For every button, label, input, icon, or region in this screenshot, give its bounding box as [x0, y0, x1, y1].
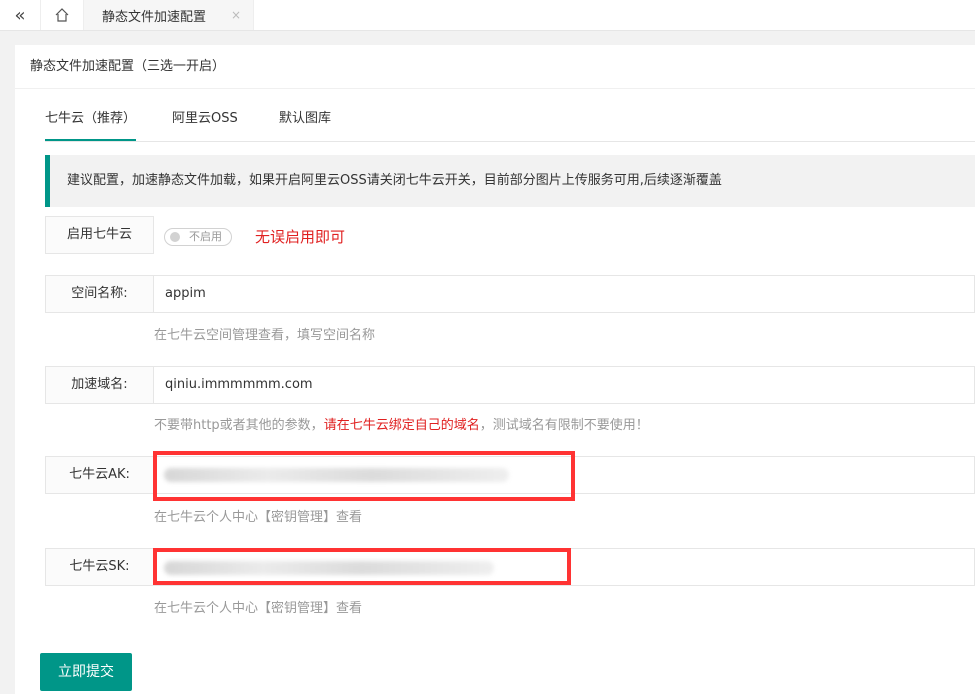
submit-button[interactable]: 立即提交 [40, 653, 132, 691]
page-tab-label: 静态文件加速配置 [102, 9, 207, 25]
bucket-input[interactable]: appim [153, 275, 975, 313]
home-icon-svg [55, 8, 69, 22]
enable-row: 启用七牛云 不启用 无误启用即可 [45, 216, 975, 254]
provider-tabs: 七牛云（推荐） 阿里云OSS 默认图库 [45, 99, 975, 142]
top-tab-bar: « 静态文件加速配置 × [0, 0, 975, 31]
card-title: 静态文件加速配置（三选一开启） [15, 45, 975, 89]
ak-label: 七牛云AK: [45, 456, 154, 494]
highlight-box-ak [153, 451, 575, 501]
double-chevron-left-icon[interactable]: « [0, 0, 41, 30]
enable-switch[interactable]: 不启用 [164, 228, 232, 246]
page-tab[interactable]: 静态文件加速配置 × [84, 0, 254, 30]
tab-aliyun-oss[interactable]: 阿里云OSS [172, 99, 238, 140]
domain-help: 不要带http或者其他的参数，请在七牛云绑定自己的域名，测试域名有限制不要使用！ [154, 414, 649, 433]
domain-label: 加速域名: [45, 366, 154, 404]
enable-tip: 无误启用即可 [255, 228, 346, 246]
switch-text: 不启用 [189, 230, 222, 243]
tab-qiniu[interactable]: 七牛云（推荐） [45, 99, 137, 141]
bucket-row: 空间名称: appim [45, 275, 975, 313]
domain-help-warning: 请在七牛云绑定自己的域名 [323, 418, 480, 433]
ak-help: 在七牛云个人中心【密钥管理】查看 [154, 510, 363, 525]
bucket-label: 空间名称: [45, 275, 154, 313]
domain-input[interactable]: qiniu.immmmmm.com [153, 366, 975, 404]
home-icon[interactable] [41, 0, 84, 30]
config-card: 静态文件加速配置（三选一开启） 七牛云（推荐） 阿里云OSS 默认图库 建议配置… [15, 45, 975, 694]
domain-row: 加速域名: qiniu.immmmmm.com [45, 366, 975, 404]
notice-box: 建议配置，加速静态文件加载，如果开启阿里云OSS请关闭七牛云开关，目前部分图片上… [45, 155, 975, 207]
enable-label: 启用七牛云 [45, 216, 154, 254]
switch-knob [170, 232, 180, 242]
close-icon[interactable]: × [231, 8, 241, 22]
tab-default-gallery[interactable]: 默认图库 [279, 99, 331, 140]
highlight-box-sk [153, 548, 571, 585]
bucket-help: 在七牛云空间管理查看，填写空间名称 [154, 328, 376, 343]
domain-help-prefix: 不要带http或者其他的参数， [154, 418, 324, 433]
sk-label: 七牛云SK: [45, 548, 154, 586]
domain-help-suffix: ，测试域名有限制不要使用！ [479, 418, 649, 433]
sk-help: 在七牛云个人中心【密钥管理】查看 [154, 601, 363, 616]
